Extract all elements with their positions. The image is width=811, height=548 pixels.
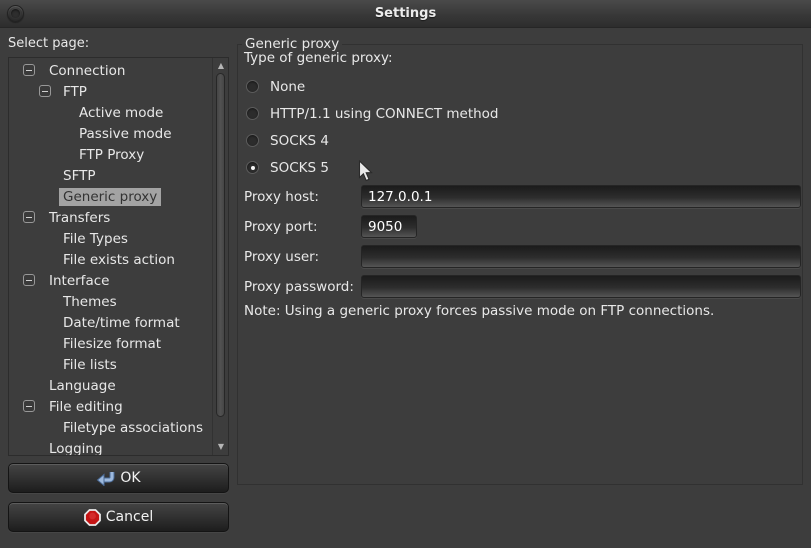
expander-minus-icon[interactable] bbox=[39, 85, 51, 97]
tree-item-logging[interactable]: Logging bbox=[9, 438, 212, 456]
proxy-user-input[interactable] bbox=[361, 245, 801, 268]
radio-icon[interactable] bbox=[246, 80, 259, 93]
field-label: Proxy host: bbox=[244, 189, 319, 205]
radio-socks5[interactable]: SOCKS 5 bbox=[246, 154, 499, 181]
radio-none[interactable]: None bbox=[246, 73, 499, 100]
cancel-button-label: Cancel bbox=[106, 509, 153, 525]
titlebar: Settings bbox=[0, 0, 811, 28]
tree-item-transfers[interactable]: Transfers bbox=[9, 207, 212, 228]
select-page-label: Select page: bbox=[8, 36, 89, 51]
tree-scrollbar[interactable]: ▲ ▼ bbox=[212, 58, 228, 455]
tree-item-passive-mode[interactable]: Passive mode bbox=[9, 123, 212, 144]
enter-arrow-icon bbox=[96, 471, 115, 486]
ok-button[interactable]: OK bbox=[8, 463, 229, 493]
scrollbar-thumb[interactable] bbox=[216, 73, 225, 417]
tree-item-date-time-format[interactable]: Date/time format bbox=[9, 312, 212, 333]
form-field-row: Proxy user: bbox=[238, 245, 802, 269]
expander-minus-icon[interactable] bbox=[23, 400, 35, 412]
settings-page-tree: Connection FTP Active mode Passive mode … bbox=[8, 57, 229, 456]
tree-item-filetype-associations[interactable]: Filetype associations bbox=[9, 417, 212, 438]
cancel-button[interactable]: Cancel bbox=[8, 502, 229, 532]
tree-rows: Connection FTP Active mode Passive mode … bbox=[9, 60, 212, 456]
field-label: Proxy user: bbox=[244, 249, 319, 265]
tree-item-language[interactable]: Language bbox=[9, 375, 212, 396]
tree-item-ftp-proxy[interactable]: FTP Proxy bbox=[9, 144, 212, 165]
field-label: Proxy port: bbox=[244, 219, 318, 235]
stop-icon bbox=[84, 509, 101, 526]
generic-proxy-groupbox: Generic proxy Type of generic proxy: Non… bbox=[237, 44, 803, 485]
tree-item-interface[interactable]: Interface bbox=[9, 270, 212, 291]
tree-item-file-lists[interactable]: File lists bbox=[9, 354, 212, 375]
tree-item-file-editing[interactable]: File editing bbox=[9, 396, 212, 417]
proxy-note: Note: Using a generic proxy forces passi… bbox=[244, 303, 714, 319]
proxy-fields: Proxy host: Proxy port: Proxy user: Prox… bbox=[238, 185, 802, 305]
tree-item-themes[interactable]: Themes bbox=[9, 291, 212, 312]
tree-item-file-types[interactable]: File Types bbox=[9, 228, 212, 249]
proxy-password-input[interactable] bbox=[361, 275, 801, 298]
scrollbar-down-icon[interactable]: ▼ bbox=[213, 440, 229, 454]
tree-item-file-exists-action[interactable]: File exists action bbox=[9, 249, 212, 270]
radio-socks4[interactable]: SOCKS 4 bbox=[246, 127, 499, 154]
expander-minus-icon[interactable] bbox=[23, 211, 35, 223]
expander-minus-icon[interactable] bbox=[23, 64, 35, 76]
expander-minus-icon[interactable] bbox=[23, 274, 35, 286]
tree-item-active-mode[interactable]: Active mode bbox=[9, 102, 212, 123]
tree-item-generic-proxy[interactable]: Generic proxy bbox=[9, 186, 212, 207]
proxy-type-label: Type of generic proxy: bbox=[244, 50, 393, 66]
field-label: Proxy password: bbox=[244, 279, 354, 295]
tree-item-ftp[interactable]: FTP bbox=[9, 81, 212, 102]
proxy-host-input[interactable] bbox=[361, 185, 801, 208]
tree-item-filesize-format[interactable]: Filesize format bbox=[9, 333, 212, 354]
radio-http-connect[interactable]: HTTP/1.1 using CONNECT method bbox=[246, 100, 499, 127]
radio-icon[interactable] bbox=[246, 107, 259, 120]
tree-item-sftp[interactable]: SFTP bbox=[9, 165, 212, 186]
proxy-port-input[interactable] bbox=[361, 215, 417, 238]
radio-icon[interactable] bbox=[246, 134, 259, 147]
radio-icon[interactable] bbox=[246, 161, 259, 174]
form-field-row: Proxy password: bbox=[238, 275, 802, 299]
proxy-type-radio-group: None HTTP/1.1 using CONNECT method SOCKS… bbox=[246, 73, 499, 181]
scrollbar-up-icon[interactable]: ▲ bbox=[213, 59, 229, 73]
settings-dialog: { "window": { "title": "Settings" }, "si… bbox=[0, 0, 811, 548]
form-field-row: Proxy host: bbox=[238, 185, 802, 209]
tree-item-connection[interactable]: Connection bbox=[9, 60, 212, 81]
ok-button-label: OK bbox=[120, 470, 140, 486]
form-field-row: Proxy port: bbox=[238, 215, 802, 239]
window-title: Settings bbox=[0, 0, 811, 28]
